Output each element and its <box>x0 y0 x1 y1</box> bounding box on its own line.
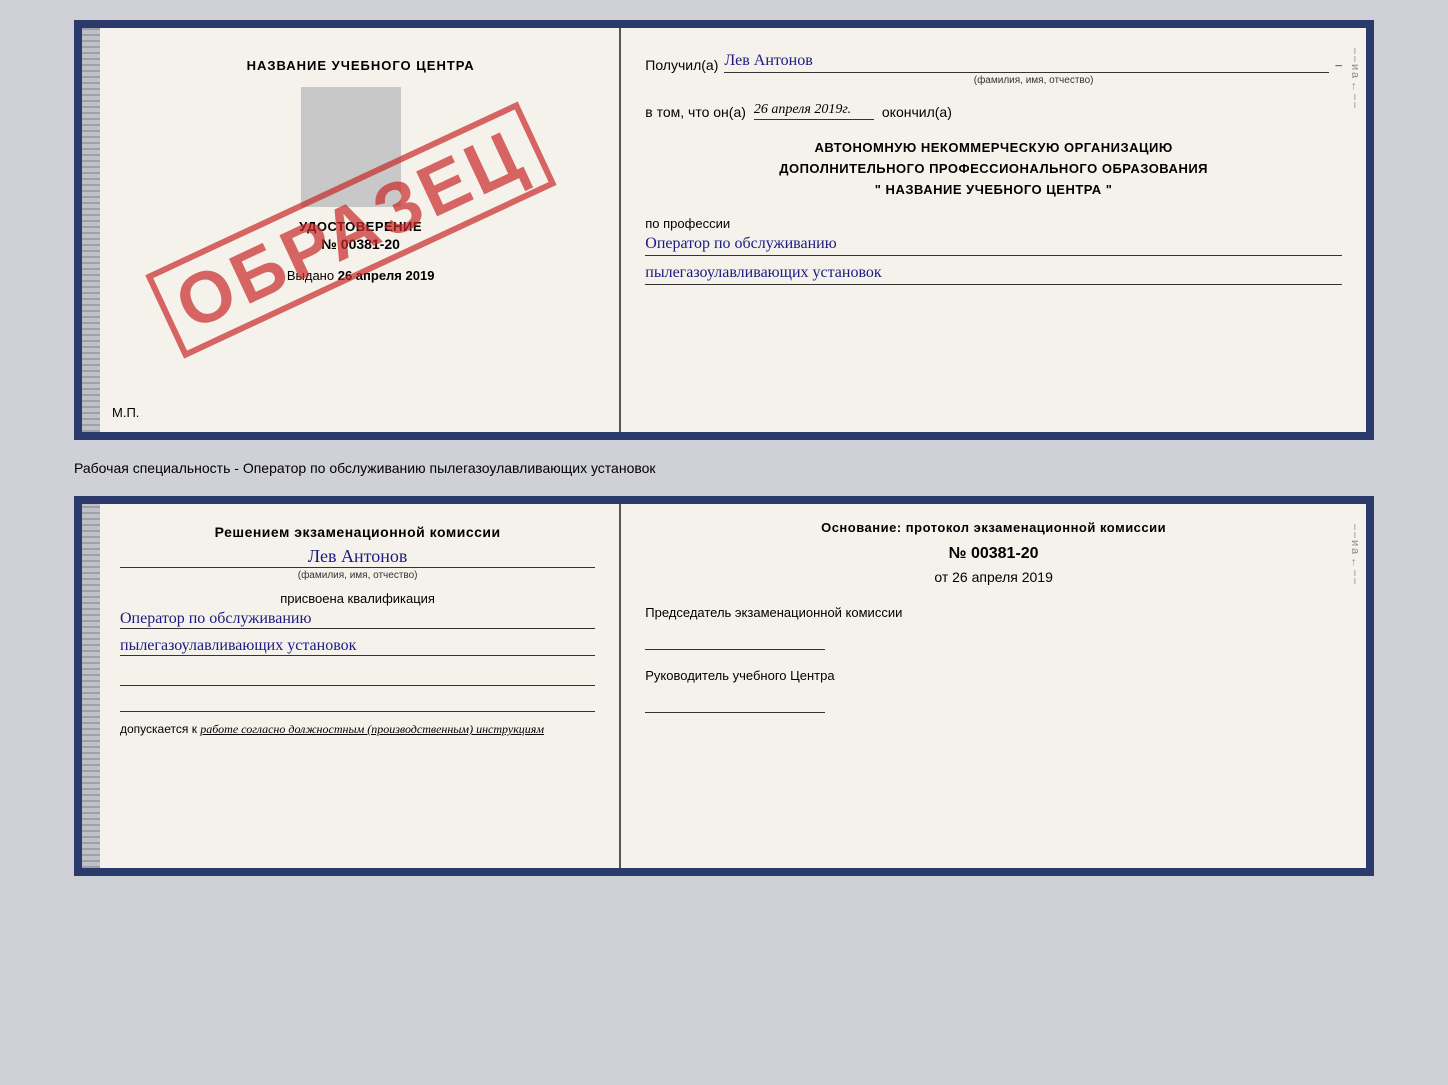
side-char-2: – <box>1349 56 1361 62</box>
vtom-date: 26 апреля 2019г. <box>754 102 874 120</box>
org-line2: ДОПОЛНИТЕЛЬНОГО ПРОФЕССИОНАЛЬНОГО ОБРАЗО… <box>645 159 1342 180</box>
mp-label: М.П. <box>112 405 139 420</box>
certificate-top: НАЗВАНИЕ УЧЕБНОГО ЦЕНТРА УДОСТОВЕРЕНИЕ №… <box>74 20 1374 440</box>
bside-char-3: и <box>1349 540 1361 546</box>
fio-sub-bottom: (фамилия, имя, отчество) <box>120 570 595 581</box>
empty-sig-line2 <box>120 694 595 712</box>
org-quote: " НАЗВАНИЕ УЧЕБНОГО ЦЕНТРА " <box>645 180 1342 201</box>
cert-left: НАЗВАНИЕ УЧЕБНОГО ЦЕНТРА УДОСТОВЕРЕНИЕ №… <box>82 28 621 432</box>
bside-char-5: ← <box>1349 557 1361 568</box>
dash-right-poluchil: – <box>1335 57 1342 73</box>
middle-text: Рабочая специальность - Оператор по обсл… <box>74 452 1374 484</box>
bside-char-1: – <box>1349 524 1361 530</box>
document-container: НАЗВАНИЕ УЧЕБНОГО ЦЕНТРА УДОСТОВЕРЕНИЕ №… <box>74 20 1374 876</box>
udostoverenie-block: УДОСТОВЕРЕНИЕ № 00381-20 <box>299 219 422 252</box>
right-side-chars: – – и а ← – – <box>1344 28 1366 432</box>
org-block: АВТОНОМНУЮ НЕКОММЕРЧЕСКУЮ ОРГАНИЗАЦИЮ ДО… <box>645 138 1342 200</box>
bside-char-6: – <box>1349 570 1361 576</box>
protocol-num: № 00381-20 <box>645 545 1342 563</box>
osnovanie-block: Основание: протокол экзаменационной коми… <box>645 520 1342 535</box>
qualification-line2: пылегазоулавливающих установок <box>120 637 595 656</box>
bottom-right-side-chars: – – и а ← – – <box>1344 504 1366 868</box>
prisvoena-label: присвоена квалификация <box>120 591 595 606</box>
vydano-date: 26 апреля 2019 <box>338 268 435 283</box>
photo-placeholder <box>301 87 401 207</box>
udostoverenie-num: № 00381-20 <box>299 236 422 252</box>
profession-line1: Оператор по обслуживанию <box>645 235 1342 256</box>
ot-date: 26 апреля 2019 <box>952 569 1053 585</box>
okonchil-label: окончил(а) <box>882 104 952 120</box>
ot-line: от 26 апреля 2019 <box>645 569 1342 585</box>
vydano-label: Выдано <box>287 268 334 283</box>
empty-sig-line1 <box>120 668 595 686</box>
predsedatel-sig-line <box>645 626 825 650</box>
vydano-line: Выдано 26 апреля 2019 <box>287 268 435 283</box>
side-char-5: ← <box>1349 81 1361 92</box>
org-line1: АВТОНОМНУЮ НЕКОММЕРЧЕСКУЮ ОРГАНИЗАЦИЮ <box>645 138 1342 159</box>
resheniem-title: Решением экзаменационной комиссии <box>120 524 595 540</box>
ot-label: от <box>934 569 948 585</box>
po-professii: по профессии <box>645 216 1342 231</box>
dopuskaetsya-value: работе согласно должностным (производств… <box>200 722 544 736</box>
udostoverenie-title: УДОСТОВЕРЕНИЕ <box>299 219 422 234</box>
side-char-6: – <box>1349 94 1361 100</box>
rukovoditel-sig-line <box>645 689 825 713</box>
bside-char-2: – <box>1349 532 1361 538</box>
bside-char-4: а <box>1349 548 1361 554</box>
bottom-right: Основание: протокол экзаменационной коми… <box>621 504 1366 868</box>
side-char-1: – <box>1349 48 1361 54</box>
bottom-left: Решением экзаменационной комиссии Лев Ан… <box>82 504 621 868</box>
side-char-7: – <box>1349 102 1361 108</box>
certificate-bottom: Решением экзаменационной комиссии Лев Ан… <box>74 496 1374 876</box>
profession-line2: пылегазоулавливающих установок <box>645 264 1342 285</box>
qualification-line1: Оператор по обслуживанию <box>120 610 595 629</box>
poluchil-label: Получил(а) <box>645 57 718 73</box>
fio-sub-top: (фамилия, имя, отчество) <box>725 75 1342 86</box>
vtom-line: в том, что он(а) 26 апреля 2019г. окончи… <box>645 102 1342 120</box>
school-name-top: НАЗВАНИЕ УЧЕБНОГО ЦЕНТРА <box>120 58 601 73</box>
side-char-3: и <box>1349 64 1361 70</box>
person-name-bottom: Лев Антонов <box>120 546 595 568</box>
dopuskaetsya-label: допускается к <box>120 722 197 736</box>
side-char-4: а <box>1349 72 1361 78</box>
dopuskaetsya-block: допускается к работе согласно должностны… <box>120 722 595 737</box>
vtom-label: в том, что он(а) <box>645 104 746 120</box>
poluchil-line: Получил(а) Лев Антонов – <box>645 52 1342 73</box>
cert-right: Получил(а) Лев Антонов – (фамилия, имя, … <box>621 28 1366 432</box>
poluchil-name: Лев Антонов <box>724 52 1329 73</box>
bside-char-7: – <box>1349 578 1361 584</box>
rukovoditel-label: Руководитель учебного Центра <box>645 668 1342 683</box>
predsedatel-label: Председатель экзаменационной комиссии <box>645 605 1342 620</box>
